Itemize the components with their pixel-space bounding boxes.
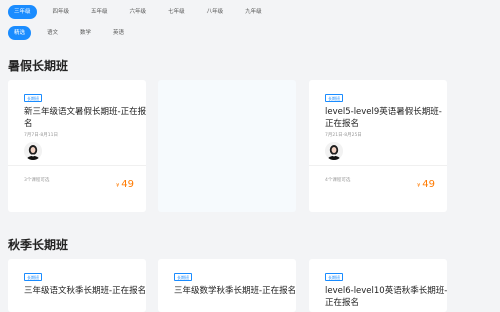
grade-tab-6[interactable]: 六年级 (124, 5, 153, 19)
course-badge: 长期班 (325, 273, 343, 281)
course-card[interactable]: 长期班 level5-level9英语暑假长期班-正在报名 7月21日-8月25… (309, 80, 447, 212)
grade-filter: 三年级 四年级 五年级 六年级 七年级 八年级 九年级 (8, 5, 278, 19)
selectable-count: 4个课程可选 (325, 178, 351, 183)
grade-tab-9[interactable]: 九年级 (239, 5, 268, 19)
course-title: 新三年级语文暑假长期班-正在报名 (24, 107, 147, 129)
subject-tab-chinese[interactable]: 语文 (41, 26, 64, 40)
course-title: level5-level9英语暑假长期班-正在报名 (325, 107, 442, 129)
subject-tab-featured[interactable]: 精选 (8, 26, 32, 40)
course-footer: 3个课程可选 ¥49 (8, 165, 146, 192)
course-price: ¥49 (417, 172, 435, 191)
selectable-count: 3个课程可选 (24, 178, 50, 183)
course-badge: 长期班 (24, 94, 42, 102)
course-title: level6-level10英语秋季长期班-正在报名 (325, 286, 448, 308)
grade-tab-5[interactable]: 五年级 (85, 5, 114, 19)
course-card[interactable]: 长期班 level6-level10英语秋季长期班-正在报名 (309, 259, 447, 312)
grade-tab-4[interactable]: 四年级 (47, 5, 76, 19)
grade-tab-7[interactable]: 七年级 (162, 5, 191, 19)
course-footer: 4个课程可选 ¥49 (309, 165, 447, 192)
course-card-placeholder (158, 80, 296, 212)
teacher-avatar (325, 142, 343, 160)
teacher-avatar (24, 142, 42, 160)
subject-filter: 精选 语文 数学 英语 (8, 26, 140, 40)
course-badge: 长期班 (174, 273, 192, 281)
subject-tab-math[interactable]: 数学 (74, 26, 97, 40)
price-amount: 49 (121, 179, 134, 190)
course-title: 三年级数学秋季长期班-正在报名 (174, 286, 297, 296)
currency-symbol: ¥ (417, 183, 421, 189)
course-card[interactable]: 长期班 三年级语文秋季长期班-正在报名 (8, 259, 146, 312)
grade-tab-8[interactable]: 八年级 (201, 5, 230, 19)
grade-tab-3[interactable]: 三年级 (8, 5, 37, 19)
course-badge: 长期班 (24, 273, 42, 281)
subject-tab-english[interactable]: 英语 (107, 26, 130, 40)
course-card[interactable]: 长期班 新三年级语文暑假长期班-正在报名 7月7日-8月11日 3个课程可选 ¥… (8, 80, 146, 212)
currency-symbol: ¥ (116, 183, 120, 189)
course-date: 7月21日-8月25日 (325, 133, 362, 138)
course-price: ¥49 (116, 172, 134, 191)
course-card[interactable]: 长期班 三年级数学秋季长期班-正在报名 (158, 259, 296, 312)
course-date: 7月7日-8月11日 (24, 133, 58, 138)
teacher-avatar-icon (325, 142, 343, 160)
course-badge: 长期班 (325, 94, 343, 102)
course-title: 三年级语文秋季长期班-正在报名 (24, 286, 147, 296)
price-amount: 49 (422, 179, 435, 190)
section-title-autumn: 秋季长期班 (8, 238, 69, 252)
teacher-avatar-icon (24, 142, 42, 160)
section-title-summer: 暑假长期班 (8, 59, 69, 73)
